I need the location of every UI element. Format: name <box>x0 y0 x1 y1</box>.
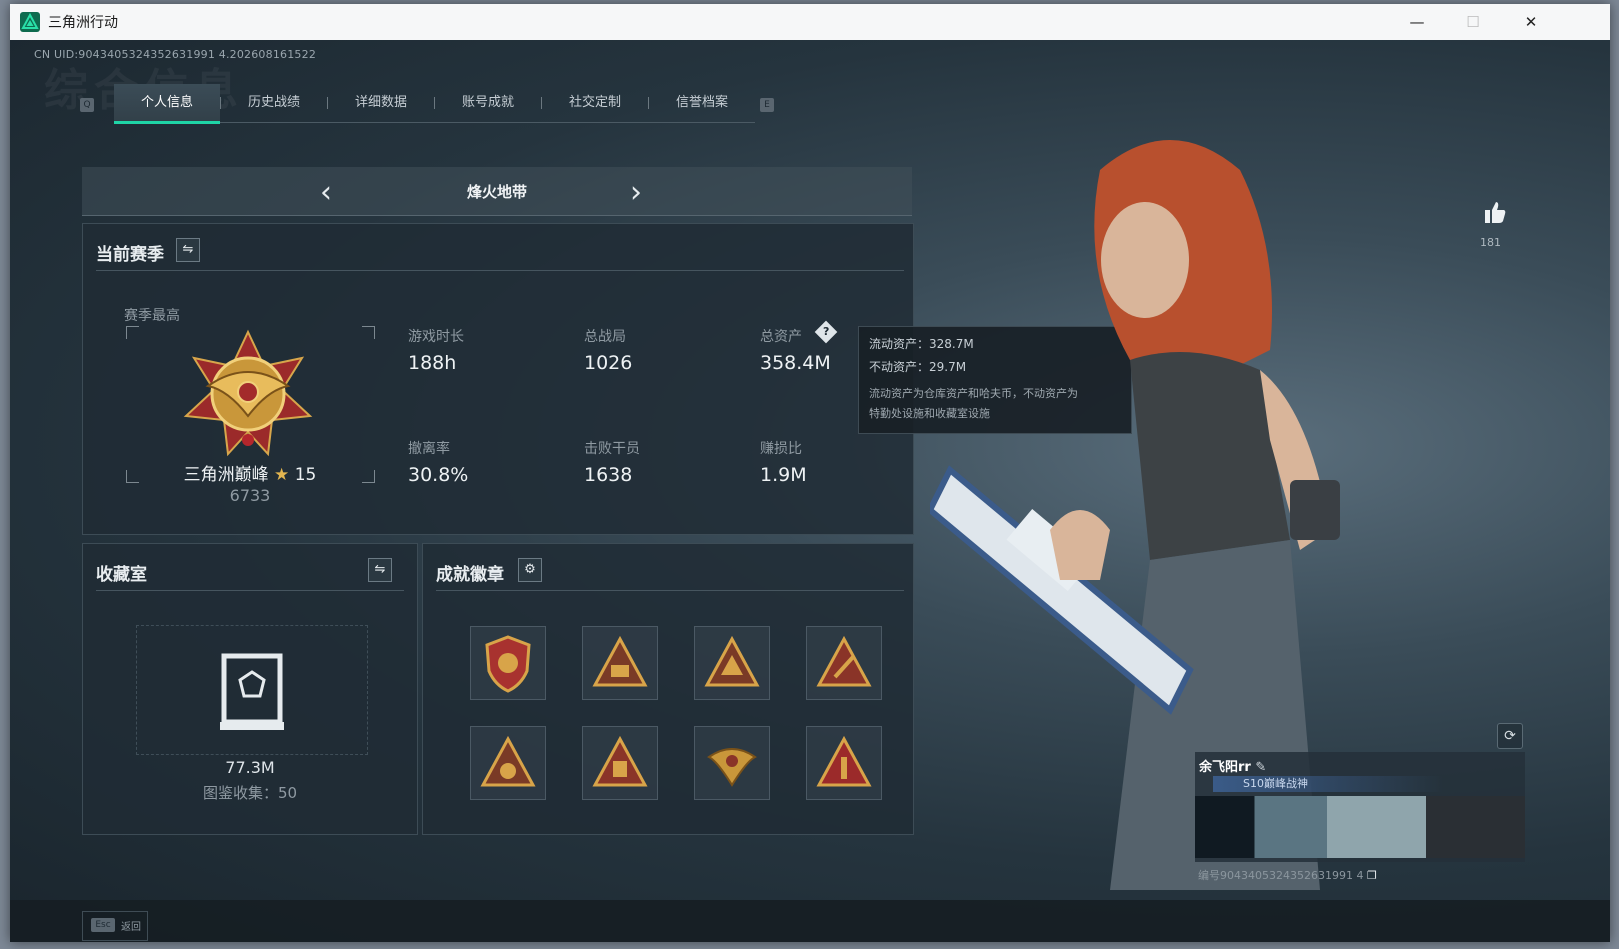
mode-title: 烽火地带 <box>466 183 527 201</box>
player-name: 余飞阳rr ✎ <box>1199 760 1267 775</box>
maximize-button[interactable]: ☐ <box>1446 4 1500 40</box>
stat-value-playtime: 188h <box>408 352 457 374</box>
stat-label-extract-rate: 撤离率 <box>408 441 450 457</box>
achievements-title: 成就徽章 <box>436 565 504 585</box>
achievement-badge-8[interactable] <box>806 726 882 800</box>
triangle-badge-icon <box>480 735 536 787</box>
tab-bar: 个人信息 历史战绩 详细数据 账号成就 社交定制 信誉档案 <box>114 84 755 124</box>
collection-case-icon <box>220 653 284 730</box>
achievement-badge-1[interactable] <box>470 626 546 700</box>
rank-name-row: 三角洲巅峰 ★ 15 <box>170 460 330 485</box>
achievement-badge-3[interactable] <box>694 626 770 700</box>
stat-label-assets: 总资产 <box>760 329 802 345</box>
stat-label-profit-ratio: 赚损比 <box>760 441 802 457</box>
tab-prev-key-hint: Q <box>80 98 94 112</box>
copy-icon[interactable]: ❐ <box>1367 869 1377 882</box>
collection-divider <box>96 590 404 591</box>
stat-value-matches: 1026 <box>584 352 633 374</box>
tab-history[interactable]: 历史战绩 <box>221 84 327 122</box>
thumbs-up-icon[interactable] <box>1482 199 1508 225</box>
shield-badge-icon <box>485 635 531 693</box>
rank-score: 6733 <box>229 486 271 505</box>
player-banner-image <box>1195 796 1525 858</box>
mode-selector: ‹ 烽火地带 › <box>82 167 912 216</box>
tab-detail-data[interactable]: 详细数据 <box>328 84 434 122</box>
title-bar: 三角洲行动 — ☐ ✕ <box>10 4 1610 40</box>
close-button[interactable]: ✕ <box>1504 4 1558 40</box>
achievement-badge-7[interactable] <box>694 726 770 800</box>
app-logo-icon <box>20 12 40 32</box>
season-title: 当前赛季 <box>96 245 164 265</box>
achievement-badge-6[interactable] <box>582 726 658 800</box>
stat-value-assets: 358.4M <box>760 352 831 374</box>
player-rank-badge: S10巅峰战神 <box>1213 776 1443 792</box>
stat-value-extract-rate: 30.8% <box>408 464 469 486</box>
collection-value: 77.3M <box>225 758 275 777</box>
mode-next-arrow-icon[interactable]: › <box>630 175 642 210</box>
collection-count: 图鉴收集：50 <box>202 784 298 802</box>
game-scene: 综合信息 CN UID:9043405324352631991 4.202608… <box>10 40 1610 942</box>
stat-label-playtime: 游戏时长 <box>408 329 464 345</box>
stat-value-profit-ratio: 1.9M <box>760 464 807 486</box>
edit-icon[interactable]: ✎ <box>1255 760 1266 775</box>
achievements-settings-icon[interactable]: ⚙ <box>518 558 542 582</box>
tab-reputation[interactable]: 信誉档案 <box>649 84 755 122</box>
triangle-badge-icon <box>816 735 872 787</box>
like-count: 181 <box>1480 236 1501 249</box>
stat-value-kills: 1638 <box>584 464 633 486</box>
achievement-badge-5[interactable] <box>470 726 546 800</box>
collection-title: 收藏室 <box>96 565 147 585</box>
season-best-label: 赛季最高 <box>124 308 180 324</box>
triangle-badge-icon <box>592 735 648 787</box>
uid-text: CN UID:9043405324352631991 4.20260816152… <box>34 48 317 61</box>
refresh-icon[interactable]: ⟳ <box>1497 723 1523 749</box>
back-label: 返回 <box>121 922 141 933</box>
season-divider <box>96 270 904 271</box>
season-switch-icon[interactable]: ⇋ <box>176 238 200 262</box>
eagle-badge-icon <box>707 748 757 787</box>
player-card: 余飞阳rr ✎ S10巅峰战神 <box>1195 752 1525 862</box>
rank-name: 三角洲巅峰 <box>183 465 269 485</box>
star-icon: ★ <box>274 465 290 485</box>
rank-stars: 15 <box>294 465 317 485</box>
window-title: 三角洲行动 <box>48 15 118 31</box>
triangle-badge-icon <box>816 635 872 687</box>
tab-personal-info[interactable]: 个人信息 <box>114 84 220 124</box>
app-window: 三角洲行动 — ☐ ✕ 综合信息 CN UID:9043405324352631… <box>10 4 1610 942</box>
triangle-badge-icon <box>704 635 760 687</box>
minimize-button[interactable]: — <box>1390 4 1444 40</box>
stat-label-matches: 总战局 <box>584 329 626 345</box>
achievement-badge-4[interactable] <box>806 626 882 700</box>
triangle-badge-icon <box>592 635 648 687</box>
player-uid: 编号9043405324352631991 4 ❐ <box>1198 869 1377 882</box>
back-button[interactable]: Esc 返回 <box>82 911 148 941</box>
bottom-bar: Esc 返回 <box>10 900 1610 942</box>
achievements-divider <box>436 590 904 591</box>
collection-switch-icon[interactable]: ⇋ <box>368 558 392 582</box>
tab-next-key-hint: E <box>760 98 774 112</box>
stat-label-kills: 击败干员 <box>584 441 640 457</box>
tab-achievements[interactable]: 账号成就 <box>435 84 541 122</box>
achievement-badge-2[interactable] <box>582 626 658 700</box>
tab-social[interactable]: 社交定制 <box>542 84 648 122</box>
rank-emblem-icon <box>183 329 313 457</box>
esc-key-hint: Esc <box>91 918 115 932</box>
